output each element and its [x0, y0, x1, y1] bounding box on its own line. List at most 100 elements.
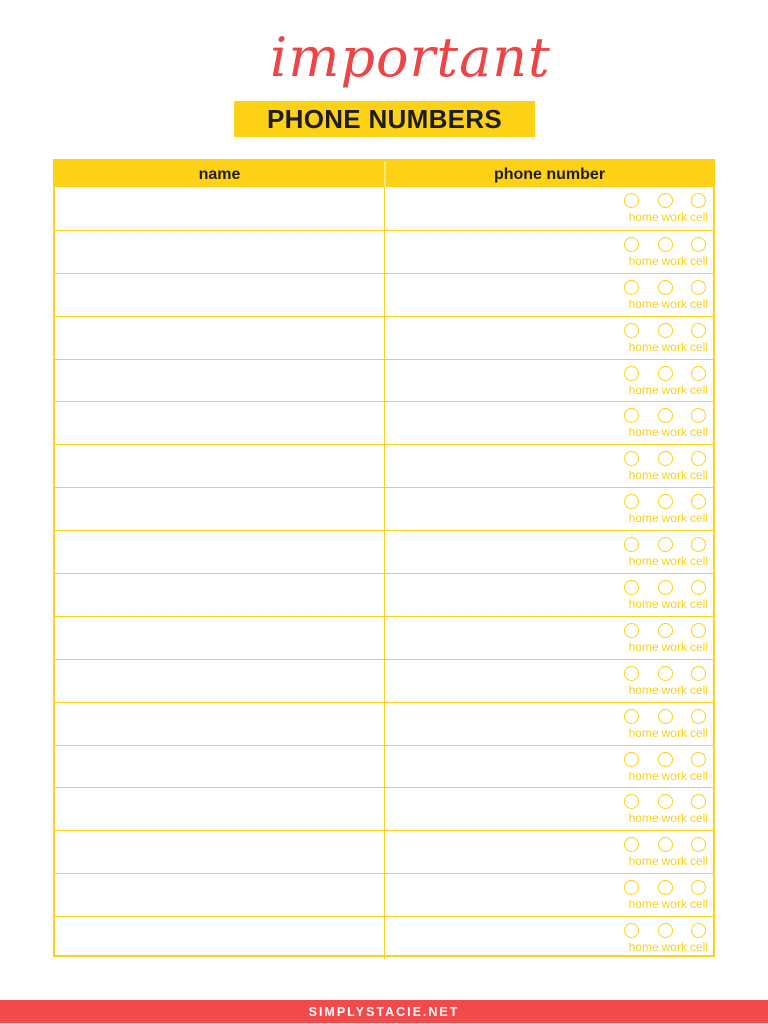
- name-field[interactable]: [55, 316, 385, 359]
- work-checkbox[interactable]: [657, 193, 673, 208]
- phone-field[interactable]: home work cell: [385, 788, 713, 830]
- work-checkbox[interactable]: [657, 451, 673, 467]
- cell-label: cell: [689, 768, 708, 783]
- cell-checkbox[interactable]: [691, 365, 706, 381]
- work-checkbox[interactable]: [657, 880, 673, 896]
- phone-type-selector: home work cell: [616, 580, 708, 611]
- work-checkbox[interactable]: [657, 537, 673, 553]
- work-checkbox[interactable]: [657, 837, 673, 853]
- cell-checkbox[interactable]: [691, 236, 706, 252]
- home-checkbox[interactable]: [624, 580, 639, 596]
- name-field[interactable]: [55, 745, 385, 788]
- phone-field[interactable]: home work cell: [385, 660, 713, 702]
- home-checkbox[interactable]: [624, 794, 639, 810]
- script-title: important: [270, 26, 551, 89]
- home-label: home: [628, 682, 659, 697]
- phone-field[interactable]: home work cell: [385, 402, 713, 444]
- home-checkbox[interactable]: [624, 193, 639, 208]
- home-checkbox[interactable]: [624, 279, 639, 295]
- name-field[interactable]: [55, 230, 385, 273]
- phone-field[interactable]: home work cell: [385, 187, 713, 230]
- cell-checkbox[interactable]: [691, 665, 706, 681]
- name-field[interactable]: [55, 488, 385, 531]
- work-checkbox[interactable]: [657, 408, 673, 424]
- phone-field[interactable]: home work cell: [385, 874, 713, 916]
- work-checkbox[interactable]: [657, 794, 673, 810]
- work-checkbox[interactable]: [657, 365, 673, 381]
- cell-checkbox[interactable]: [691, 751, 706, 767]
- name-field[interactable]: [55, 531, 385, 574]
- cell-checkbox[interactable]: [691, 494, 706, 510]
- cell-checkbox[interactable]: [691, 708, 706, 724]
- phone-type-checkboxes: [616, 708, 708, 724]
- work-checkbox[interactable]: [657, 322, 673, 338]
- phone-field[interactable]: home work cell: [385, 831, 713, 873]
- work-checkbox[interactable]: [657, 279, 673, 295]
- home-checkbox[interactable]: [624, 322, 639, 338]
- home-checkbox[interactable]: [624, 451, 639, 467]
- name-field[interactable]: [55, 402, 385, 445]
- name-field[interactable]: [55, 616, 385, 659]
- name-field[interactable]: [55, 659, 385, 702]
- home-checkbox[interactable]: [624, 365, 639, 381]
- home-checkbox[interactable]: [624, 751, 639, 767]
- phone-field[interactable]: home work cell: [385, 531, 713, 573]
- cell-label: cell: [689, 854, 708, 869]
- home-checkbox[interactable]: [624, 408, 639, 424]
- work-checkbox[interactable]: [657, 580, 673, 596]
- work-checkbox[interactable]: [657, 494, 673, 510]
- phone-field[interactable]: home work cell: [385, 317, 713, 359]
- name-field[interactable]: [55, 574, 385, 616]
- phone-field[interactable]: home work cell: [385, 360, 713, 402]
- home-checkbox[interactable]: [624, 837, 639, 853]
- cell-checkbox[interactable]: [691, 193, 706, 208]
- work-checkbox[interactable]: [657, 665, 673, 681]
- home-checkbox[interactable]: [624, 665, 639, 681]
- phone-field[interactable]: home work cell: [385, 617, 713, 659]
- home-checkbox[interactable]: [624, 923, 639, 939]
- name-field[interactable]: [55, 788, 385, 831]
- work-checkbox[interactable]: [657, 708, 673, 724]
- home-checkbox[interactable]: [624, 494, 639, 510]
- phone-field[interactable]: home work cell: [385, 445, 713, 487]
- name-field[interactable]: [55, 445, 385, 488]
- phone-field[interactable]: home work cell: [385, 574, 713, 616]
- cell-checkbox[interactable]: [691, 622, 706, 638]
- cell-checkbox[interactable]: [691, 580, 706, 596]
- work-checkbox[interactable]: [657, 622, 673, 638]
- work-checkbox[interactable]: [657, 923, 673, 939]
- phone-field[interactable]: home work cell: [385, 231, 713, 273]
- home-checkbox[interactable]: [624, 537, 639, 553]
- cell-checkbox[interactable]: [691, 837, 706, 853]
- phone-field[interactable]: home work cell: [385, 274, 713, 316]
- name-field[interactable]: [55, 273, 385, 316]
- home-checkbox[interactable]: [624, 236, 639, 252]
- home-checkbox[interactable]: [624, 708, 639, 724]
- phone-field[interactable]: home work cell: [385, 703, 713, 745]
- cell-checkbox[interactable]: [691, 794, 706, 810]
- name-field[interactable]: [55, 187, 385, 230]
- cell-checkbox[interactable]: [691, 322, 706, 338]
- home-checkbox[interactable]: [624, 880, 639, 896]
- phone-field[interactable]: home work cell: [385, 746, 713, 788]
- cell-checkbox[interactable]: [691, 923, 706, 939]
- work-checkbox[interactable]: [657, 751, 673, 767]
- name-field[interactable]: [55, 917, 385, 960]
- cell-checkbox[interactable]: [691, 408, 706, 424]
- name-field[interactable]: [55, 874, 385, 917]
- cell-checkbox[interactable]: [691, 451, 706, 467]
- cell-checkbox[interactable]: [691, 279, 706, 295]
- work-checkbox[interactable]: [657, 236, 673, 252]
- cell-label: cell: [689, 639, 708, 654]
- phone-field[interactable]: home work cell: [385, 488, 713, 530]
- cell-checkbox[interactable]: [691, 537, 706, 553]
- home-checkbox[interactable]: [624, 622, 639, 638]
- name-field[interactable]: [55, 702, 385, 745]
- work-label: work: [661, 897, 687, 912]
- name-field[interactable]: [55, 359, 385, 402]
- cell-label: cell: [689, 682, 708, 697]
- cell-checkbox[interactable]: [691, 880, 706, 896]
- name-field[interactable]: [55, 831, 385, 874]
- home-label: home: [628, 253, 659, 268]
- phone-field[interactable]: home work cell: [385, 917, 713, 959]
